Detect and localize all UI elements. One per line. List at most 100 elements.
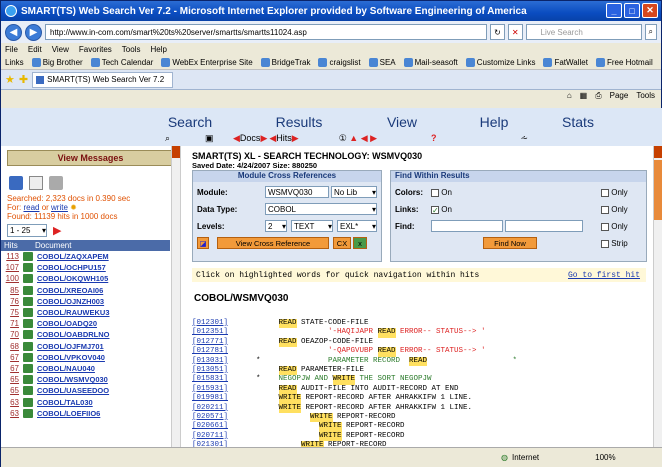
link-item[interactable]: BridgeTrak: [260, 58, 310, 67]
back-icon[interactable]: ◀: [5, 23, 22, 41]
open-document-icon[interactable]: [23, 252, 33, 262]
link-item[interactable]: WebEx Enterprise Site: [161, 58, 253, 67]
cx-button[interactable]: CX: [333, 237, 351, 249]
text-select[interactable]: TEXT ▾: [291, 220, 333, 232]
term-write-link[interactable]: write: [51, 203, 68, 212]
strip-checkbox[interactable]: Strip: [601, 239, 628, 248]
view-messages-button[interactable]: View Messages: [7, 150, 174, 166]
menu-favorites[interactable]: Favorites: [79, 45, 112, 54]
hit-count[interactable]: 68: [1, 342, 19, 351]
keyword-highlight[interactable]: READ: [278, 365, 297, 376]
only-checkbox-1[interactable]: Only: [601, 188, 628, 197]
scroll-up-icon[interactable]: [172, 146, 180, 158]
feeds-icon[interactable]: ▦: [580, 91, 588, 101]
url-input[interactable]: http://www.in-com.com/smart%20ts%20serve…: [45, 24, 488, 40]
xref-icon[interactable]: ◪: [197, 237, 209, 249]
document-icon[interactable]: [29, 176, 43, 190]
keyword-highlight[interactable]: READ: [409, 356, 428, 366]
line-reference-link[interactable]: [020571]: [192, 413, 238, 422]
home-icon[interactable]: ⌂: [567, 91, 572, 101]
range-select[interactable]: 1 - 25 ▾: [7, 224, 47, 237]
line-reference-link[interactable]: [020711]: [192, 432, 238, 441]
open-document-icon[interactable]: [23, 319, 33, 329]
find-input-2[interactable]: [505, 220, 583, 232]
menu-edit[interactable]: Edit: [28, 45, 42, 54]
document-link[interactable]: COBOL/OJFMJ701: [37, 342, 104, 351]
sidebar-scrollbar[interactable]: [171, 146, 180, 447]
tools-menu[interactable]: Tools: [636, 91, 655, 101]
scroll-up-icon[interactable]: [654, 146, 662, 158]
go-button[interactable]: ↻: [490, 24, 505, 40]
hit-stepper-icon[interactable]: ① ▲ ◀ ▶: [339, 133, 377, 144]
keyword-highlight[interactable]: WRITE: [319, 422, 342, 432]
document-link[interactable]: COBOL/OABDRLNO: [37, 330, 110, 339]
main-scrollbar[interactable]: [653, 146, 662, 447]
colors-on-checkbox[interactable]: On: [431, 188, 452, 197]
document-link[interactable]: COBOL/LOEFIIO6: [37, 409, 100, 418]
open-document-icon[interactable]: [23, 308, 33, 318]
keyword-highlight[interactable]: WRITE: [319, 431, 342, 442]
hit-row[interactable]: 70 COBOL/OABDRLNO: [1, 329, 180, 341]
levels-select[interactable]: 2 ▾: [265, 220, 287, 232]
hit-row[interactable]: 67 COBOL/NAU040: [1, 362, 180, 375]
open-document-icon[interactable]: [23, 263, 33, 273]
hit-row[interactable]: 63 COBOL/LOEFIIO6: [1, 407, 180, 419]
find-now-button[interactable]: Find Now: [483, 237, 537, 249]
line-reference-link[interactable]: [015831]: [192, 375, 238, 384]
hit-row[interactable]: 63 COBOL/TAL030: [1, 396, 180, 408]
open-document-icon[interactable]: [23, 341, 33, 351]
keyword-highlight[interactable]: WRITE: [278, 394, 302, 404]
hit-row[interactable]: 68 COBOL/OJFMJ701: [1, 340, 180, 352]
nav-search[interactable]: Search: [147, 114, 233, 130]
line-reference-link[interactable]: [012781]: [192, 347, 238, 356]
next-page-icon[interactable]: ▶: [53, 224, 61, 237]
link-item[interactable]: Tech Calendar: [90, 58, 153, 67]
open-document-icon[interactable]: [23, 397, 33, 407]
link-item[interactable]: FatWallet: [543, 58, 588, 67]
line-reference-link[interactable]: [019981]: [192, 394, 238, 403]
hit-count[interactable]: 65: [1, 375, 19, 384]
link-item[interactable]: Big Brother: [31, 58, 83, 67]
links-on-checkbox[interactable]: ✓ On: [431, 205, 452, 214]
document-link[interactable]: COBOL/OKQWH105: [37, 274, 108, 283]
document-link[interactable]: COBOL/RAUWEKU3: [37, 308, 110, 317]
keyword-highlight[interactable]: WRITE: [310, 412, 333, 423]
line-reference-link[interactable]: [012351]: [192, 328, 238, 337]
document-link[interactable]: COBOL/ZAQXAPEM: [37, 252, 109, 261]
keyword-highlight[interactable]: READ: [278, 319, 297, 329]
maximize-button[interactable]: □: [624, 3, 640, 18]
hit-row[interactable]: 85 COBOL/XREOAI06: [1, 284, 180, 296]
nav-view[interactable]: View: [367, 114, 437, 130]
hit-row[interactable]: 71 COBOL/OADQ20: [1, 318, 180, 330]
hit-count[interactable]: 71: [1, 319, 19, 328]
open-document-icon[interactable]: [23, 375, 33, 385]
stats-icon[interactable]: ⩪: [521, 133, 529, 144]
hit-row[interactable]: 76 COBOL/OJNZH003: [1, 295, 180, 307]
exl-select[interactable]: EXL* ▾: [337, 220, 377, 232]
only-checkbox-3[interactable]: Only: [601, 222, 628, 231]
hit-count[interactable]: 67: [1, 364, 19, 373]
hit-count[interactable]: 63: [1, 398, 19, 407]
add-favorites-icon[interactable]: ✚: [19, 73, 28, 86]
hit-row[interactable]: 100 COBOL/OKQWH105: [1, 273, 180, 285]
document-link[interactable]: COBOL/XREOAI06: [37, 286, 103, 295]
favorites-star-icon[interactable]: ★: [5, 73, 15, 86]
line-reference-link[interactable]: [012771]: [192, 338, 238, 347]
open-document-icon[interactable]: [23, 408, 33, 418]
hit-count[interactable]: 85: [1, 286, 19, 295]
document-link[interactable]: COBOL/VPKOV040: [37, 353, 105, 362]
hit-row[interactable]: 65 COBOL/UASEEDOO: [1, 385, 180, 397]
print-icon[interactable]: [49, 176, 63, 190]
link-item[interactable]: Free Hotmail: [595, 58, 653, 67]
menu-file[interactable]: File: [5, 45, 18, 54]
excel-icon[interactable]: x: [353, 237, 367, 249]
folder-icon[interactable]: ▣: [205, 133, 217, 144]
live-search-input[interactable]: Live Search: [525, 24, 642, 40]
print-icon[interactable]: ⎙: [595, 91, 601, 101]
scroll-thumb[interactable]: [654, 160, 662, 220]
find-input-1[interactable]: [431, 220, 503, 232]
keyword-highlight[interactable]: WRITE: [278, 403, 302, 413]
only-checkbox-2[interactable]: Only: [601, 205, 628, 214]
forward-icon[interactable]: ▶: [25, 23, 42, 41]
hit-row[interactable]: 107 COBOL/OCHPU157: [1, 262, 180, 274]
